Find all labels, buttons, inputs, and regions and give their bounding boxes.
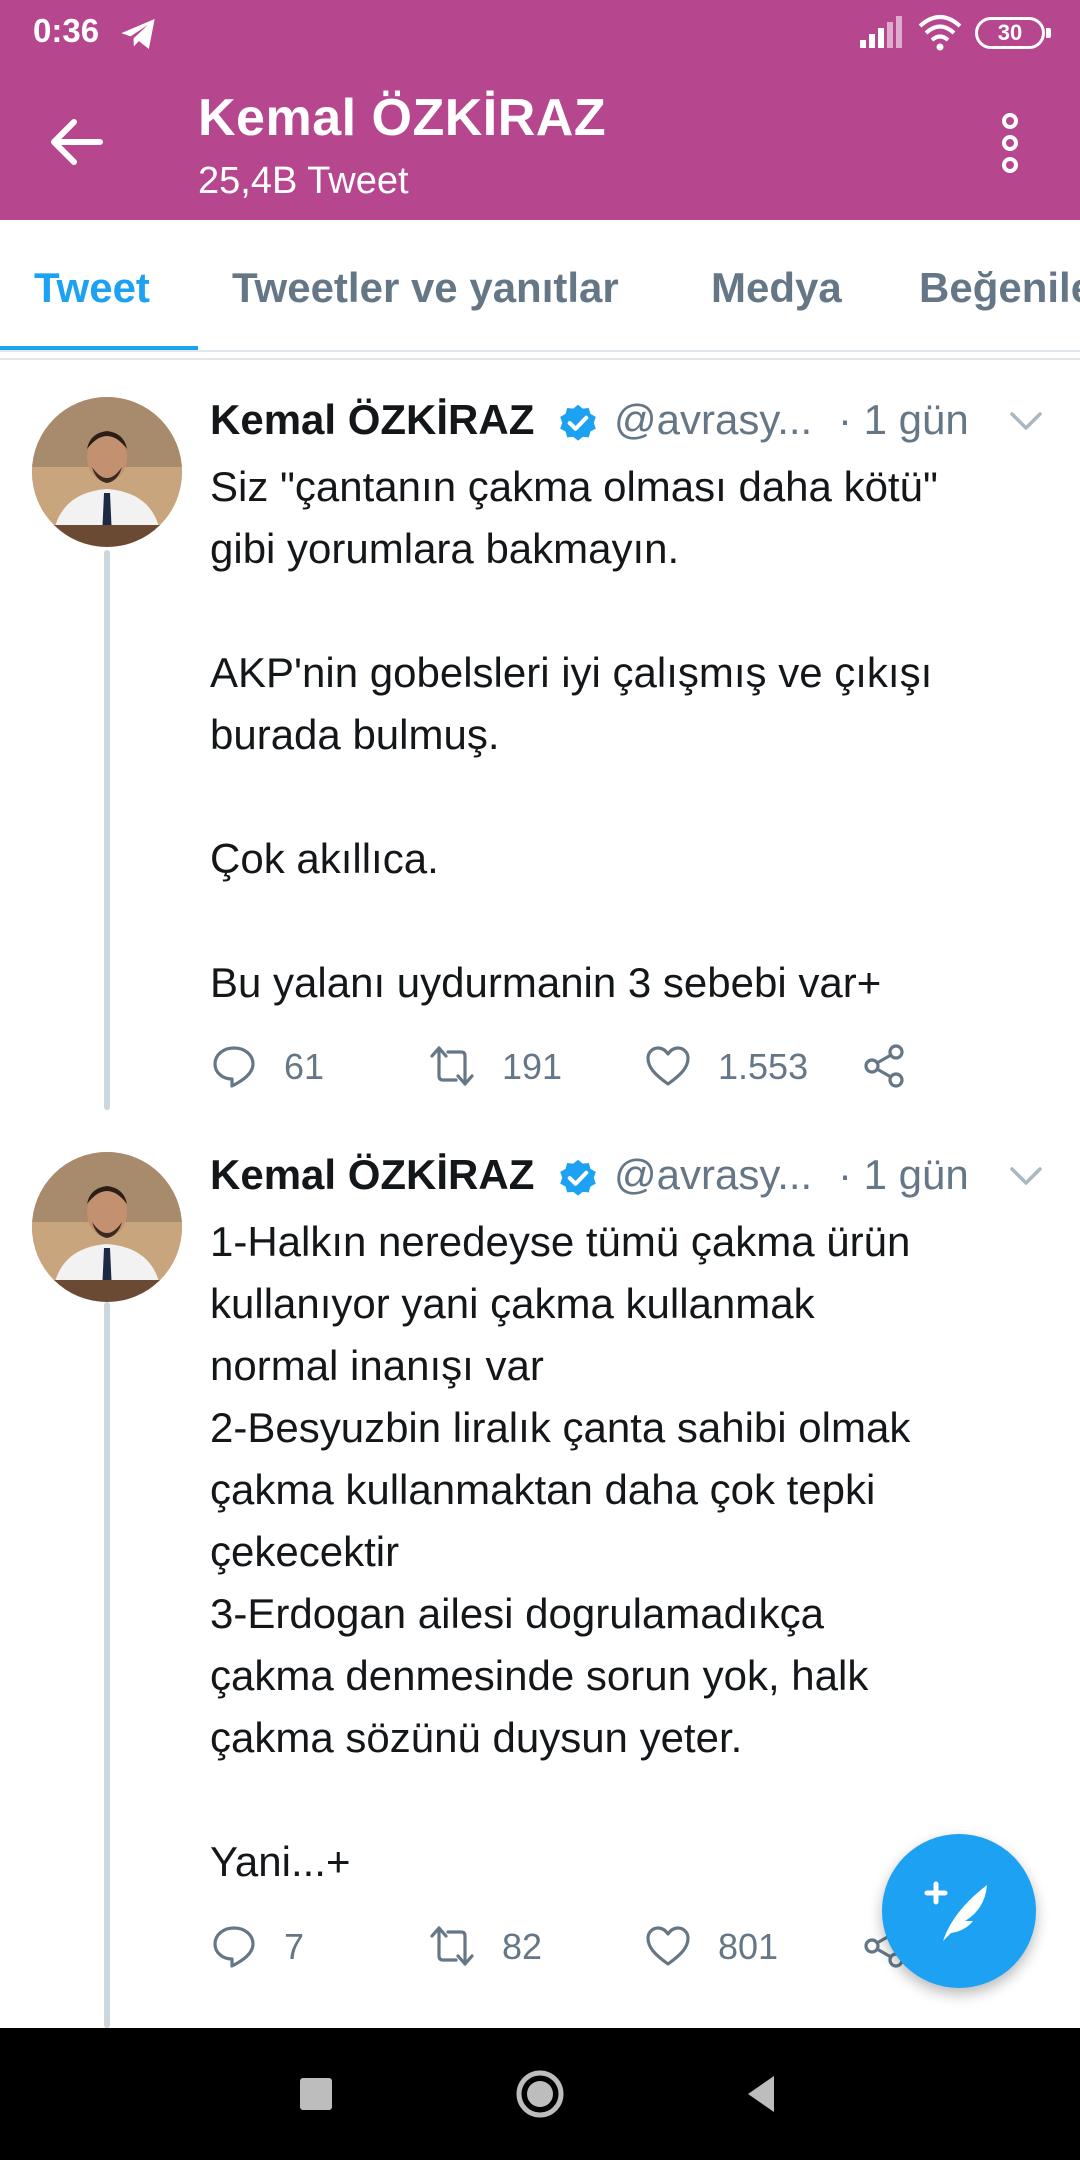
tweet-line: 2-Besyuzbin liralık çanta sahibi olmak [210,1404,911,1451]
reply-icon [213,1046,255,1088]
like-count: 801 [718,1926,779,1967]
recent-apps-icon[interactable] [288,2066,344,2122]
reply-button[interactable]: 7 [210,1916,330,1976]
tweet-header: Kemal ÖZKİRAZ @avrasy... · 1 gün [210,1151,1070,1211]
share-icon [864,1044,904,1088]
tweet-text: 1-Halkın neredeyse tümü çakma ürün kulla… [210,1211,1050,1893]
tweet-line: AKP'nin gobelsleri iyi çalışmış ve çıkış… [210,649,933,696]
home-icon[interactable] [512,2066,568,2122]
tweet-line: normal inanışı var [210,1342,544,1389]
tab-likes[interactable]: Beğenile [919,264,1080,312]
tweet-time: · 1 gün [838,1151,969,1198]
reply-count: 7 [284,1926,305,1967]
tab-media[interactable]: Medya [711,264,842,312]
profile-title: Kemal ÖZKİRAZ [198,89,607,147]
retweet-icon [430,1046,474,1086]
tweet-line: Bu yalanı uydurmanin 3 sebebi var+ [210,959,882,1006]
like-button[interactable]: 801 [644,1916,814,1976]
retweet-button[interactable]: 82 [428,1916,568,1976]
reply-count: 61 [284,1046,325,1087]
author-name[interactable]: Kemal ÖZKİRAZ [210,1151,534,1199]
divider [0,358,1080,360]
heart-icon [646,1926,690,1966]
retweet-count: 191 [502,1046,563,1087]
status-time: 0:36 [33,12,100,49]
back-arrow-icon[interactable] [44,112,110,172]
avatar[interactable] [32,1152,182,1302]
tweet-actions: 61 191 1.553 [210,1036,1050,1096]
tweet-line: çakma denmesinde sorun yok, halk [210,1652,869,1699]
tweet-line: Çok akıllıca. [210,835,439,882]
heart-icon [646,1046,690,1086]
tweet-line: burada bulmuş. [210,711,500,758]
system-nav-bar [0,2028,1080,2160]
author-handle[interactable]: @avrasy... [614,396,812,444]
tweet-time: · 1 gün [838,396,969,443]
thread-line [104,550,110,1110]
status-bar: 0:36 30 [0,0,1080,66]
tweet-text: Siz "çantanın çakma olması daha kötü" gi… [210,456,1050,1014]
like-count: 1.553 [718,1046,809,1087]
retweet-button[interactable]: 191 [428,1036,568,1096]
verified-badge-icon [560,1159,596,1196]
compose-tweet-button[interactable] [882,1834,1036,1988]
verified-badge-icon [560,404,596,441]
chevron-down-icon[interactable] [1006,406,1046,436]
retweet-icon [430,1926,474,1966]
share-button[interactable] [860,1036,920,1096]
signal-icon [860,16,902,48]
reply-icon [213,1926,255,1968]
tweet-line: çakma sözünü duysun yeter. [210,1714,743,1761]
profile-tabs: Tweet Tweetler ve yanıtlar Medya Beğenil… [0,220,1080,352]
tweet-count: 25,4B Tweet [198,160,409,202]
tweet-line: gibi yorumlara bakmayın. [210,525,680,572]
tweet-header: Kemal ÖZKİRAZ @avrasy... · 1 gün [210,396,1070,456]
app-header: 0:36 30 Kemal ÖZKİRAZ 25,4B Tweet [0,0,1080,220]
tab-tweets-and-replies[interactable]: Tweetler ve yanıtlar [232,264,619,312]
author-name[interactable]: Kemal ÖZKİRAZ [210,396,534,444]
tweet-line: çakma kullanmaktan daha çok tepki [210,1466,876,1513]
retweet-count: 82 [502,1926,543,1967]
tweet-line: Siz "çantanın çakma olması daha kötü" [210,463,938,510]
chevron-down-icon[interactable] [1006,1161,1046,1191]
like-button[interactable]: 1.553 [644,1036,814,1096]
tab-tweet[interactable]: Tweet [34,264,150,312]
avatar[interactable] [32,397,182,547]
more-options-icon[interactable] [990,112,1030,174]
tweet-line: 1-Halkın neredeyse tümü çakma ürün [210,1218,911,1265]
active-tab-indicator [0,346,198,350]
battery-icon: 30 [975,17,1051,49]
reply-button[interactable]: 61 [210,1036,330,1096]
telegram-icon [121,19,155,49]
back-icon[interactable] [734,2066,790,2122]
tweet-line: 3-Erdogan ailesi dogrulamadıkça [210,1590,825,1637]
tweet-line: kullanıyor yani çakma kullanmak [210,1280,815,1327]
thread-line [104,1302,110,2028]
compose-feather-icon [924,1881,987,1941]
tweet-line: çekecektir [210,1528,400,1575]
wifi-icon [918,15,962,51]
author-handle[interactable]: @avrasy... [614,1151,812,1199]
